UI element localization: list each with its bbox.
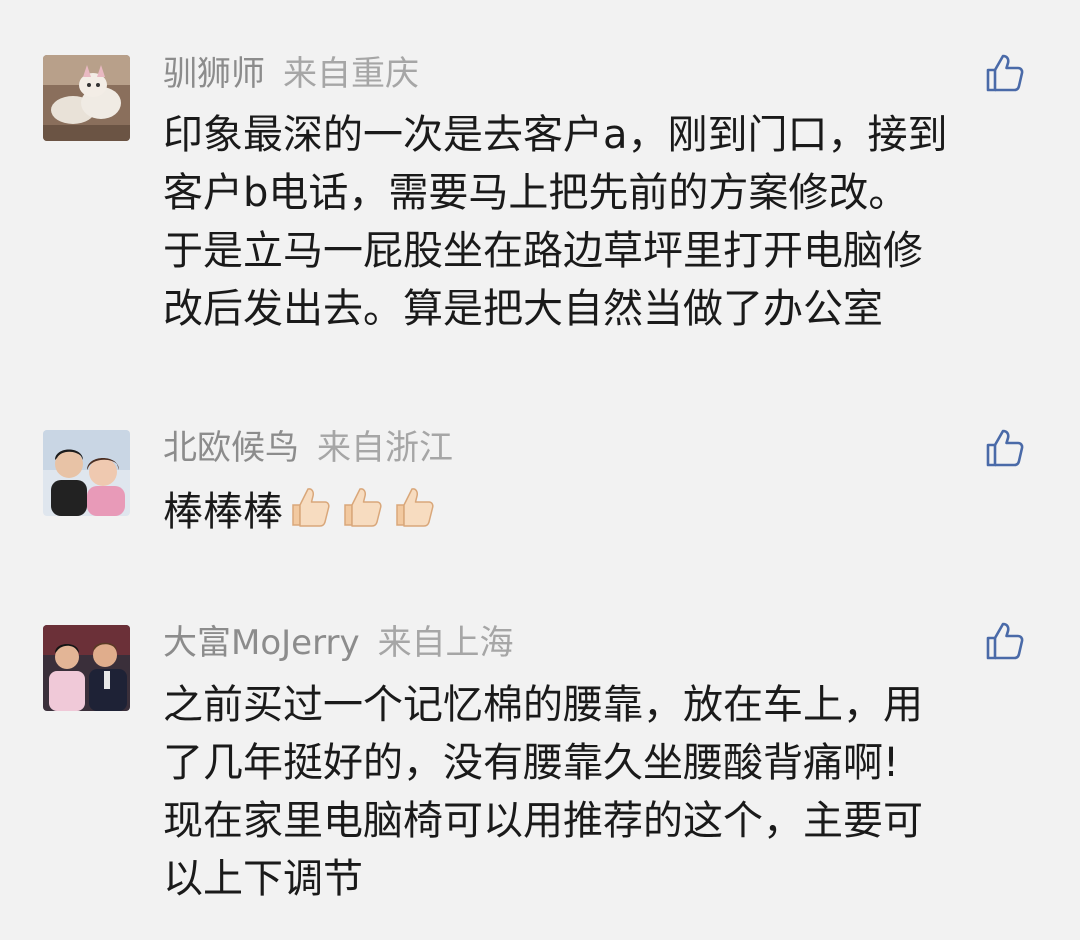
user-avatar[interactable]	[43, 625, 130, 711]
comment-line: 现在家里电脑椅可以用推荐的这个，主要可	[163, 798, 923, 844]
comment-text: 之前买过一个记忆棉的腰靠，放在车上，用 了几年挺好的，没有腰靠久坐腰酸背痛啊! …	[163, 676, 1043, 908]
comment-item: 大富MoJerry 来自上海 之前买过一个记忆棉的腰靠，放在车上，用 了几年挺好的…	[0, 0, 1080, 940]
comment-line: 之前买过一个记忆棉的腰靠，放在车上，用	[163, 682, 923, 728]
location-label: 来自上海	[377, 623, 514, 663]
comment-line: 了几年挺好的，没有腰靠久坐腰酸背痛啊!	[163, 740, 900, 786]
username[interactable]: 大富MoJerry	[163, 623, 360, 663]
thumbs-up-outline-icon	[986, 622, 1024, 660]
comment-meta: 大富MoJerry 来自上海	[163, 623, 514, 663]
comment-line: 以上下调节	[163, 856, 363, 902]
two-men-photo-avatar	[43, 625, 130, 711]
like-button[interactable]	[984, 620, 1026, 662]
